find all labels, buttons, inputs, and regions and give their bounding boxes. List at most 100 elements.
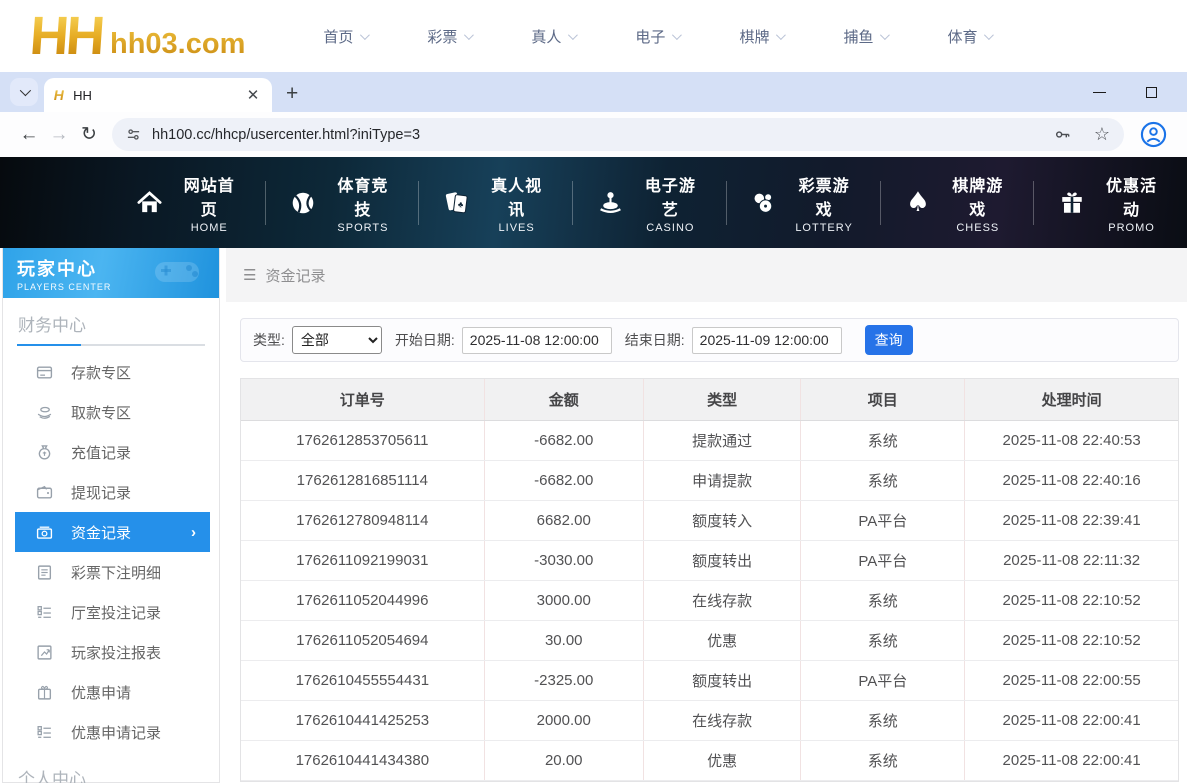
game-nav-label-en: CHESS — [945, 222, 1010, 234]
table-cell: 3000.00 — [485, 581, 644, 620]
type-select[interactable]: 全部 — [292, 326, 382, 354]
sidebar-item-彩票下注明细[interactable]: 彩票下注明细 — [15, 552, 210, 592]
bookmark-star-icon[interactable]: ☆ — [1094, 124, 1110, 145]
table-header-cell: 类型 — [644, 379, 801, 420]
table-header-cell: 项目 — [801, 379, 965, 420]
end-date-label: 结束日期: — [625, 330, 685, 350]
top-nav-item[interactable]: 真人 — [501, 0, 605, 72]
game-nav-label-zh: 网站首页 — [177, 172, 242, 220]
sidebar-item-label: 厅室投注记录 — [71, 602, 161, 623]
url-text[interactable]: hh100.cc/hhcp/usercenter.html?iniType=3 — [152, 127, 1053, 143]
back-button[interactable]: ← — [14, 124, 44, 146]
new-tab-button[interactable]: + — [286, 85, 298, 103]
table-cell: 系统 — [801, 621, 965, 660]
money-bag-icon — [36, 444, 54, 461]
password-key-icon[interactable] — [1053, 125, 1072, 144]
game-nav-item[interactable]: ♣真人视讯LIVES — [418, 181, 572, 225]
top-nav-label: 首页 — [323, 26, 353, 47]
site-logo[interactable]: HH hh03.com — [30, 6, 245, 66]
top-nav-item[interactable]: 首页 — [293, 0, 397, 72]
top-nav-label: 捕鱼 — [843, 26, 873, 47]
game-nav-labels: 棋牌游戏CHESS — [945, 172, 1010, 234]
report-icon — [36, 644, 54, 661]
table-row: 1762612816851114-6682.00申请提款系统2025-11-08… — [241, 461, 1178, 501]
chevron-down-icon — [776, 30, 786, 40]
top-nav-item[interactable]: 体育 — [917, 0, 1021, 72]
table-cell: 提款通过 — [644, 421, 801, 460]
table-cell: 2025-11-08 22:39:41 — [965, 501, 1178, 540]
logo-domain-text: hh03.com — [110, 22, 245, 66]
sidebar-item-label: 优惠申请记录 — [71, 722, 161, 743]
game-nav-item[interactable]: 优惠活动PROMO — [1033, 181, 1187, 225]
table-cell: PA平台 — [801, 501, 965, 540]
top-nav-item[interactable]: 捕鱼 — [813, 0, 917, 72]
forward-button[interactable]: → — [44, 124, 74, 146]
table-row: 1762611092199031-3030.00额度转出PA平台2025-11-… — [241, 541, 1178, 581]
roulette-icon — [596, 189, 625, 216]
sidebar-item-取款专区[interactable]: 取款专区 — [15, 392, 210, 432]
site-info-icon[interactable] — [126, 127, 141, 142]
sidebar-item-玩家投注报表[interactable]: 玩家投注报表 — [15, 632, 210, 672]
document-icon — [36, 564, 54, 581]
table-row: 176261105205469430.00优惠系统2025-11-08 22:1… — [241, 621, 1178, 661]
url-bar[interactable]: hh100.cc/hhcp/usercenter.html?iniType=3 … — [112, 118, 1124, 151]
table-header-cell: 处理时间 — [965, 379, 1178, 420]
table-cell: 额度转入 — [644, 501, 801, 540]
logo-hh-text: HH — [28, 6, 104, 66]
table-cell: 30.00 — [485, 621, 644, 660]
reload-button[interactable]: ↻ — [74, 123, 104, 146]
players-center-banner[interactable]: 玩家中心 PLAYERS CENTER — [3, 248, 219, 298]
top-nav-item[interactable]: 电子 — [605, 0, 709, 72]
table-header-cell: 订单号 — [241, 379, 485, 420]
profile-avatar-icon[interactable] — [1140, 121, 1167, 148]
hamburger-icon[interactable]: ☰ — [243, 266, 256, 284]
table-cell: 2025-11-08 22:00:41 — [965, 701, 1178, 740]
personal-section-title: 个人中心 — [3, 752, 219, 783]
game-nav-item[interactable]: ♠棋牌游戏CHESS — [880, 181, 1034, 225]
tab-search-button[interactable] — [10, 78, 38, 106]
browser-tab[interactable]: H HH ✕ — [44, 78, 272, 112]
start-date-input[interactable] — [462, 327, 612, 354]
game-nav-item[interactable]: 电子游艺CASINO — [572, 181, 726, 225]
tab-close-icon[interactable]: ✕ — [244, 86, 262, 104]
game-nav-label-en: LOTTERY — [792, 222, 857, 234]
table-cell: 1762611052054694 — [241, 621, 485, 660]
table-cell: 优惠 — [644, 741, 801, 780]
sidebar-item-提现记录[interactable]: 提现记录 — [15, 472, 210, 512]
sidebar-item-资金记录[interactable]: 资金记录› — [15, 512, 210, 552]
game-nav-item[interactable]: 体育竞技SPORTS — [265, 181, 419, 225]
search-button[interactable]: 查询 — [865, 325, 913, 355]
sidebar-item-label: 取款专区 — [71, 402, 131, 423]
game-nav-labels: 网站首页HOME — [177, 172, 242, 234]
sidebar-item-label: 彩票下注明细 — [71, 562, 161, 583]
sidebar-item-厅室投注记录[interactable]: 厅室投注记录 — [15, 592, 210, 632]
table-header-row: 订单号金额类型项目处理时间 — [241, 379, 1178, 421]
maximize-button[interactable] — [1146, 87, 1157, 98]
chevron-down-icon — [360, 30, 370, 40]
game-nav-item[interactable]: 彩票游戏LOTTERY — [726, 181, 880, 225]
breadcrumb-label: 资金记录 — [265, 265, 325, 286]
top-nav-item[interactable]: 彩票 — [397, 0, 501, 72]
sidebar-item-充值记录[interactable]: 充值记录 — [15, 432, 210, 472]
game-nav-item[interactable]: 网站首页HOME — [112, 181, 265, 225]
minimize-button[interactable] — [1093, 92, 1106, 93]
table-cell: 系统 — [801, 701, 965, 740]
sidebar-item-优惠申请[interactable]: 优惠申请 — [15, 672, 210, 712]
table-cell: 额度转出 — [644, 661, 801, 700]
table-row: 17626127809481146682.00额度转入PA平台2025-11-0… — [241, 501, 1178, 541]
sidebar-item-优惠申请记录[interactable]: 优惠申请记录 — [15, 712, 210, 752]
sidebar-item-存款专区[interactable]: 存款专区 — [15, 352, 210, 392]
list-icon — [36, 604, 54, 621]
end-date-input[interactable] — [692, 327, 842, 354]
table-cell: 系统 — [801, 581, 965, 620]
table-row: 176261044143438020.00优惠系统2025-11-08 22:0… — [241, 741, 1178, 781]
finance-section-title: 财务中心 — [3, 298, 219, 341]
top-nav-item[interactable]: 棋牌 — [709, 0, 813, 72]
table-cell: -6682.00 — [485, 461, 644, 500]
site-favicon-icon: H — [53, 87, 66, 103]
table-cell: 2025-11-08 22:00:55 — [965, 661, 1178, 700]
game-nav-label-zh: 彩票游戏 — [792, 172, 857, 220]
table-cell: 1762610455554431 — [241, 661, 485, 700]
game-nav: 网站首页HOME体育竞技SPORTS♣真人视讯LIVES电子游艺CASINO彩票… — [0, 157, 1187, 248]
game-nav-labels: 彩票游戏 LOTTERY — [792, 172, 857, 234]
